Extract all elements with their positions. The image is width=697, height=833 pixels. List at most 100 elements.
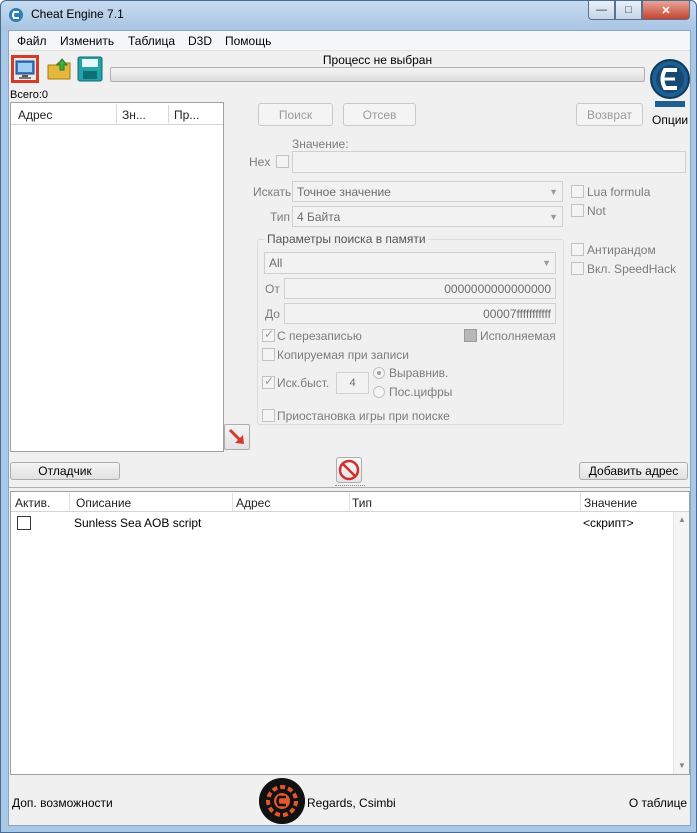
- save-file-button[interactable]: [76, 55, 104, 83]
- executable-label: Исполняемая: [480, 329, 556, 343]
- save-file-icon: [77, 56, 103, 82]
- options-label[interactable]: Опции: [652, 113, 688, 127]
- not-label: Not: [587, 204, 606, 218]
- aligned-label: Выравнив.: [389, 366, 449, 380]
- memory-region-value: All: [269, 256, 283, 270]
- debugger-button[interactable]: Отладчик: [10, 462, 120, 480]
- antirandom-checkbox[interactable]: [571, 243, 584, 256]
- undo-scan-button[interactable]: Возврат: [576, 103, 643, 126]
- from-label: От: [265, 282, 280, 296]
- from-address-input[interactable]: 0000000000000000: [284, 278, 556, 299]
- speedhack-checkbox[interactable]: [571, 262, 584, 275]
- advanced-options-link[interactable]: Доп. возможности: [12, 796, 113, 810]
- column-separator: [349, 493, 350, 511]
- fast-scan-checkbox[interactable]: [262, 374, 275, 389]
- csimbi-logo-icon: [259, 778, 305, 824]
- executable-checkbox[interactable]: [464, 329, 477, 342]
- row-value: <скрипт>: [583, 516, 634, 530]
- column-address[interactable]: Адрес: [236, 496, 270, 510]
- table-row[interactable]: Sunless Sea AOB script <скрипт>: [11, 513, 675, 533]
- maximize-button[interactable]: □: [615, 1, 642, 20]
- lua-formula-checkbox[interactable]: [571, 185, 584, 198]
- speedhack-label: Вкл. SpeedHack: [587, 262, 677, 276]
- column-separator: [116, 105, 117, 123]
- chevron-down-icon: ▼: [549, 212, 558, 222]
- column-value[interactable]: Значение: [584, 496, 637, 510]
- title-bar[interactable]: Cheat Engine 7.1 — □ ✕: [1, 1, 696, 29]
- value-type-label: Тип: [270, 210, 291, 224]
- aligned-radio[interactable]: [373, 367, 385, 379]
- cheat-engine-logo-icon[interactable]: [649, 53, 691, 111]
- writable-label: С перезаписью: [277, 329, 362, 343]
- scan-progress-bar: [110, 67, 645, 82]
- column-separator: [232, 493, 233, 511]
- column-active[interactable]: Актив.: [15, 496, 50, 510]
- splitter-grip[interactable]: [335, 485, 365, 488]
- status-bar: Доп. возможности Regards, Csimbi О табли…: [9, 776, 690, 826]
- fast-scan-label: Иск.быст.: [277, 376, 330, 390]
- scroll-down-icon[interactable]: ▼: [674, 758, 690, 774]
- column-type[interactable]: Тип: [352, 496, 372, 510]
- found-addresses-list[interactable]: Адрес Зн... Пр...: [10, 102, 224, 452]
- hex-checkbox[interactable]: [276, 155, 289, 168]
- about-table-link[interactable]: О таблице: [629, 796, 687, 810]
- minimize-button[interactable]: —: [588, 1, 615, 20]
- writable-checkbox[interactable]: [262, 327, 275, 342]
- cheat-table[interactable]: Актив. Описание Адрес Тип Значение Sunle…: [10, 491, 690, 775]
- column-address[interactable]: Адрес: [18, 108, 52, 122]
- lua-formula-label: Lua formula: [587, 185, 651, 199]
- open-file-button[interactable]: [46, 55, 74, 83]
- column-separator: [69, 493, 70, 511]
- vertical-scrollbar[interactable]: ▲ ▼: [673, 512, 689, 774]
- last-digits-label: Пос.цифры: [389, 385, 453, 399]
- not-checkbox[interactable]: [571, 204, 584, 217]
- value-type-select[interactable]: 4 Байта ▼: [292, 206, 563, 227]
- next-scan-button[interactable]: Отсев: [343, 103, 416, 126]
- column-value[interactable]: Зн...: [122, 108, 146, 122]
- process-status: Процесс не выбран: [322, 53, 433, 67]
- copy-on-write-checkbox[interactable]: [262, 348, 275, 361]
- maximize-icon: □: [625, 4, 632, 16]
- column-separator: [168, 105, 169, 123]
- pause-game-checkbox[interactable]: [262, 409, 275, 422]
- window-title: Cheat Engine 7.1: [31, 7, 124, 21]
- menu-help[interactable]: Помощь: [225, 34, 271, 48]
- stop-button[interactable]: [336, 457, 362, 483]
- close-button[interactable]: ✕: [642, 1, 690, 20]
- memory-scan-options-title: Параметры поиска в памяти: [265, 232, 428, 246]
- chevron-down-icon: ▼: [549, 187, 558, 197]
- menu-bar: Файл Изменить Таблица D3D Помощь: [9, 31, 690, 51]
- add-found-to-list-button[interactable]: [224, 424, 250, 450]
- menu-table[interactable]: Таблица: [128, 34, 175, 48]
- red-arrow-icon: [228, 428, 244, 444]
- client-area: Файл Изменить Таблица D3D Помощь Процесс…: [8, 30, 691, 826]
- scroll-up-icon[interactable]: ▲: [674, 512, 690, 528]
- memory-region-select[interactable]: All ▼: [264, 252, 556, 274]
- column-previous[interactable]: Пр...: [174, 108, 199, 122]
- main-window: Cheat Engine 7.1 — □ ✕ Файл Изменить Таб…: [0, 0, 697, 833]
- column-description[interactable]: Описание: [76, 496, 131, 510]
- menu-edit[interactable]: Изменить: [60, 34, 114, 48]
- chevron-down-icon: ▼: [542, 258, 551, 268]
- last-digits-radio[interactable]: [373, 386, 385, 398]
- cheat-table-header: Актив. Описание Адрес Тип Значение: [11, 492, 689, 512]
- to-address-input[interactable]: 00007fffffffffff: [284, 303, 556, 324]
- pause-game-label: Приостановка игры при поиске: [277, 409, 450, 423]
- scan-type-value: Точное значение: [297, 185, 391, 199]
- select-process-icon: [15, 60, 35, 79]
- first-scan-button[interactable]: Поиск: [258, 103, 333, 126]
- menu-file[interactable]: Файл: [17, 34, 47, 48]
- menu-d3d[interactable]: D3D: [188, 34, 212, 48]
- fast-scan-alignment-input[interactable]: 4: [336, 372, 369, 394]
- value-input[interactable]: [292, 151, 686, 173]
- scan-type-select[interactable]: Точное значение ▼: [292, 181, 563, 202]
- scan-type-label: Искать: [253, 185, 292, 199]
- hex-label: Hex: [249, 155, 271, 169]
- cheat-engine-icon: [9, 8, 23, 22]
- row-description: Sunless Sea AOB script: [74, 516, 202, 530]
- select-process-button[interactable]: [11, 55, 39, 83]
- active-checkbox[interactable]: [17, 516, 31, 530]
- close-icon: ✕: [661, 4, 671, 17]
- add-address-button[interactable]: Добавить адрес: [579, 462, 688, 480]
- minimize-icon: —: [596, 4, 607, 16]
